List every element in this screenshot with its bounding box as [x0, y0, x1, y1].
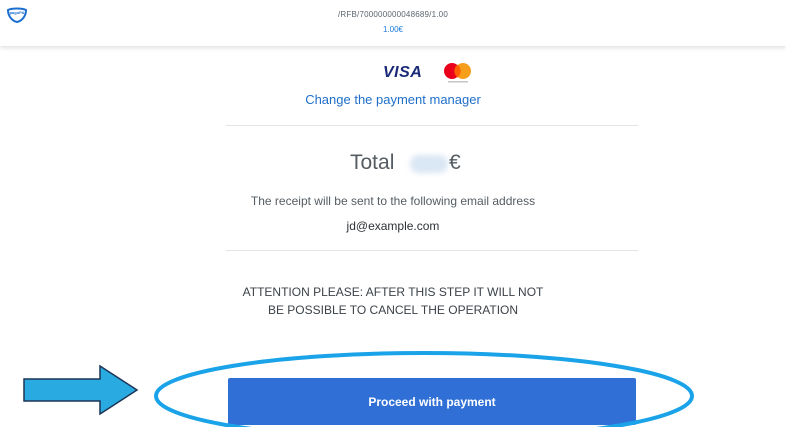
total-label: Total	[350, 151, 395, 174]
payment-confirmation-page: pagoPA /RFB/700000000048689/1.00 1.00€ V…	[0, 0, 786, 427]
receipt-notice: The receipt will be sent to the followin…	[250, 194, 536, 208]
right-arrow-icon	[23, 364, 139, 416]
header-amount: 1.00€	[382, 25, 404, 34]
divider	[226, 250, 638, 251]
mastercard-logo-icon	[444, 63, 471, 83]
receipt-email: jd@example.com	[346, 219, 440, 233]
warning-line-2: BE POSSIBLE TO CANCEL THE OPERATION	[267, 303, 519, 317]
cancel-warning: ATTENTION PLEASE: AFTER THIS STEP IT WIL…	[0, 283, 786, 319]
total-currency: €	[449, 151, 461, 174]
card-logos: VISA	[383, 62, 483, 84]
payment-reference: /RFB/700000000048689/1.00	[338, 10, 448, 19]
redacted-amount	[410, 155, 448, 173]
total-amount: Total €	[350, 151, 470, 179]
warning-line-1: ATTENTION PLEASE: AFTER THIS STEP IT WIL…	[242, 285, 544, 299]
change-payment-manager-link[interactable]: Change the payment manager	[0, 92, 786, 107]
visa-logo: VISA	[383, 64, 423, 81]
proceed-with-payment-button[interactable]: Proceed with payment	[228, 378, 636, 425]
header-bar: pagoPA /RFB/700000000048689/1.00 1.00€	[0, 0, 786, 46]
divider	[226, 125, 638, 126]
